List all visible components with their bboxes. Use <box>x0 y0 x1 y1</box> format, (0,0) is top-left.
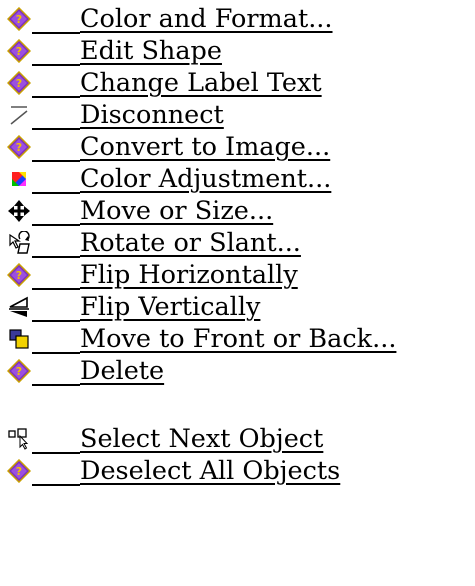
color-adjust-icon <box>6 166 32 192</box>
disconnect-line-icon <box>6 102 32 128</box>
menu-item-label: Flip Vertically <box>32 292 260 322</box>
layer-order-icon <box>6 326 32 352</box>
menu-item-label: Color Adjustment... <box>32 164 331 194</box>
diamond-help-icon: ? <box>6 134 32 160</box>
svg-text:?: ? <box>16 45 22 58</box>
rotate-icon <box>6 230 32 256</box>
menu-item-delete[interactable]: ? Delete <box>6 355 475 387</box>
menu-item-label: Deselect All Objects <box>32 456 340 486</box>
menu-item-convert-to-image[interactable]: ? Convert to Image... <box>6 131 475 163</box>
menu-item-label: Select Next Object <box>32 424 323 454</box>
menu-item-disconnect[interactable]: Disconnect <box>6 99 475 131</box>
menu-item-label: Flip Horizontally <box>32 260 298 290</box>
svg-text:?: ? <box>16 465 22 478</box>
select-next-icon <box>6 426 32 452</box>
diamond-help-icon: ? <box>6 262 32 288</box>
menu-item-label: Move to Front or Back... <box>32 324 396 354</box>
menu-item-label: Delete <box>32 356 164 386</box>
move-arrows-icon <box>6 198 32 224</box>
menu-item-label: Change Label Text <box>32 68 322 98</box>
svg-text:?: ? <box>16 365 22 378</box>
menu-item-move-or-size[interactable]: Move or Size... <box>6 195 475 227</box>
diamond-help-icon: ? <box>6 38 32 64</box>
flip-vertical-icon <box>6 294 32 320</box>
menu-item-flip-horizontally[interactable]: ? Flip Horizontally <box>6 259 475 291</box>
diamond-help-icon: ? <box>6 458 32 484</box>
menu-item-edit-shape[interactable]: ? Edit Shape <box>6 35 475 67</box>
menu-item-label: Rotate or Slant... <box>32 228 301 258</box>
menu-item-label: Disconnect <box>32 100 224 130</box>
svg-text:?: ? <box>16 77 22 90</box>
menu-item-label: Color and Format... <box>32 4 333 34</box>
menu-item-label: Edit Shape <box>32 36 222 66</box>
menu-item-label: Move or Size... <box>32 196 273 226</box>
diamond-help-icon: ? <box>6 6 32 32</box>
menu-item-color-adjustment[interactable]: Color Adjustment... <box>6 163 475 195</box>
svg-text:?: ? <box>16 141 22 154</box>
menu-item-label: Convert to Image... <box>32 132 330 162</box>
menu-item-rotate-or-slant[interactable]: Rotate or Slant... <box>6 227 475 259</box>
context-menu: ? Color and Format... ? Edit Shape ? Cha… <box>6 3 475 487</box>
menu-item-flip-vertically[interactable]: Flip Vertically <box>6 291 475 323</box>
menu-item-deselect-all-objects[interactable]: ? Deselect All Objects <box>6 455 475 487</box>
menu-item-change-label-text[interactable]: ? Change Label Text <box>6 67 475 99</box>
menu-item-select-next-object[interactable]: Select Next Object <box>6 423 475 455</box>
menu-item-color-and-format[interactable]: ? Color and Format... <box>6 3 475 35</box>
svg-text:?: ? <box>16 13 22 26</box>
menu-separator <box>6 387 475 423</box>
diamond-help-icon: ? <box>6 70 32 96</box>
diamond-help-icon: ? <box>6 358 32 384</box>
menu-item-move-to-front-or-back[interactable]: Move to Front or Back... <box>6 323 475 355</box>
svg-text:?: ? <box>16 269 22 282</box>
